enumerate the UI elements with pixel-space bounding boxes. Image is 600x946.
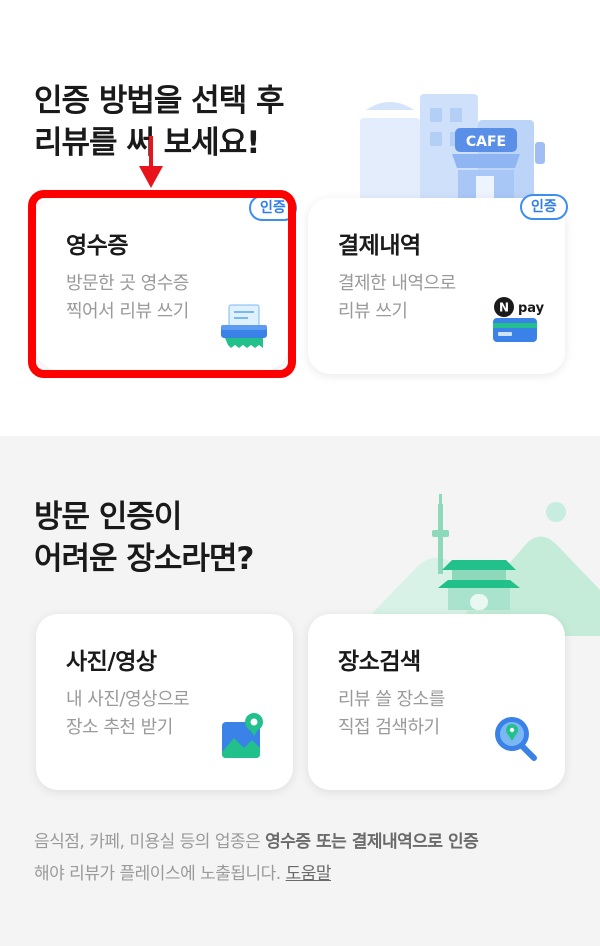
search-card-title: 장소검색 [338, 649, 421, 675]
payment-history-card[interactable]: 결제내역 결제한 내역으로 리뷰 쓰기 N pay [308, 198, 565, 374]
cafe-illustration: CAFE [360, 94, 545, 200]
help-link[interactable]: 도움말 [286, 864, 332, 884]
place-search-card[interactable]: 장소검색 리뷰 쓸 장소를 직접 검색하기 [308, 614, 565, 790]
photo-video-card[interactable]: 사진/영상 내 사진/영상으로 장소 추천 받기 [36, 614, 293, 790]
payment-card-title: 결제내역 [338, 233, 421, 259]
payment-card-desc: 결제한 내역으로 리뷰 쓰기 [338, 273, 456, 322]
highlight-box [28, 190, 296, 378]
svg-text:pay: pay [518, 301, 545, 316]
photo-location-icon [222, 713, 263, 758]
section-heading: 방문 인증이 어려운 장소라면? [34, 499, 254, 577]
footer-note: 음식점, 카페, 미용실 등의 업종은 영수증 또는 결제내역으로 인증 해야 … [34, 832, 479, 884]
verify-section: CAFE 인증 방법을 선택 후 리뷰를 써 보세요! 영수증 방문한 곳 영수… [0, 0, 600, 436]
photo-card-desc: 내 사진/영상으로 장소 추천 받기 [66, 689, 190, 738]
down-arrow-icon [139, 136, 163, 188]
svg-text:CAFE: CAFE [466, 134, 506, 150]
search-location-icon [495, 717, 537, 761]
photo-card-title: 사진/영상 [66, 649, 157, 675]
payment-verify-badge: 인증 [520, 194, 568, 220]
npay-card-icon: N pay [493, 297, 545, 342]
svg-text:N: N [499, 301, 509, 315]
search-card-desc: 리뷰 쓸 장소를 직접 검색하기 [338, 689, 445, 738]
